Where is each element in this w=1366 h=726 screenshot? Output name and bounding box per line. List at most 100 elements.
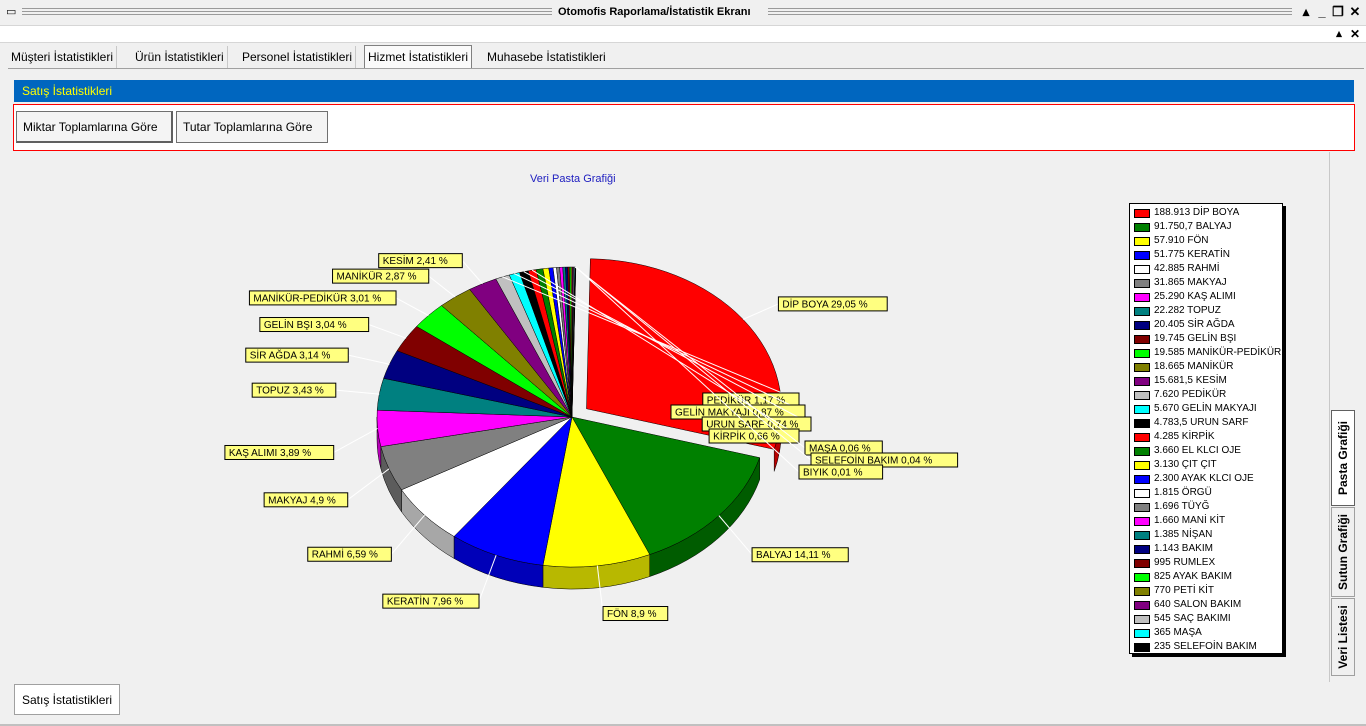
legend-item: 1.660 MANİ KİT — [1130, 514, 1282, 528]
legend-label: 22.282 TOPUZ — [1154, 305, 1221, 316]
legend-item: 19.585 MANİKÜR-PEDİKÜR — [1130, 346, 1282, 360]
titlebar-grip — [22, 8, 552, 17]
legend-label: 1.660 MANİ KİT — [1154, 515, 1226, 526]
data-label: BIYIK 0,01 % — [803, 468, 863, 479]
bottom-tab-satis[interactable]: Satış İstatistikleri — [14, 684, 121, 715]
legend-swatch — [1134, 237, 1150, 246]
legend-swatch — [1134, 335, 1150, 344]
data-label: DİP BOYA 29,05 % — [782, 297, 867, 310]
legend-label: 4.783,5 URUN SARF — [1154, 417, 1249, 428]
legend-swatch — [1134, 489, 1150, 498]
legend-swatch — [1134, 615, 1150, 624]
legend-item: 4.783,5 URUN SARF — [1130, 416, 1282, 430]
data-label-leader — [335, 389, 380, 395]
tab-pasta-grafigi[interactable]: Pasta Grafiği — [1331, 410, 1355, 506]
legend-swatch — [1134, 209, 1150, 218]
quantity-totals-button[interactable]: Miktar Toplamlarına Göre — [16, 111, 173, 143]
data-label: RAHMİ 6,59 % — [312, 548, 378, 561]
data-label: FÖN 8,9 % — [607, 608, 657, 620]
legend-swatch — [1134, 377, 1150, 386]
legend-item: 3.660 EL KLCI OJE — [1130, 444, 1282, 458]
data-label: MANİKÜR-PEDİKÜR 3,01 % — [253, 291, 381, 304]
chart-view-tabs: Pasta Grafiği Sutun Grafiği Veri Listesi — [1329, 152, 1355, 682]
legend-label: 188.913 DİP BOYA — [1154, 207, 1240, 218]
data-label-leader — [333, 428, 378, 453]
collapse-icon[interactable]: ▴ — [1331, 26, 1347, 42]
legend-item: 770 PETİ KİT — [1130, 584, 1282, 598]
help-arrow-icon[interactable]: ▴ — [1298, 4, 1314, 20]
legend-label: 42.885 RAHMİ — [1154, 263, 1220, 274]
legend-swatch — [1134, 223, 1150, 232]
legend-label: 1.143 BAKIM — [1154, 543, 1213, 554]
legend-swatch — [1134, 517, 1150, 526]
tab-hizmet[interactable]: Hizmet İstatistikleri — [364, 45, 473, 68]
legend-swatch — [1134, 405, 1150, 414]
legend-swatch — [1134, 503, 1150, 512]
legend-swatch — [1134, 629, 1150, 638]
legend-item: 42.885 RAHMİ — [1130, 262, 1282, 276]
legend-label: 365 MAŞA — [1154, 627, 1202, 638]
legend-label: 18.665 MANİKÜR — [1154, 361, 1234, 372]
amount-totals-button[interactable]: Tutar Toplamlarına Göre — [176, 111, 328, 143]
legend-label: 3.660 EL KLCI OJE — [1154, 445, 1241, 456]
legend-item: 995 RUMLEX — [1130, 556, 1282, 570]
data-label: MANİKÜR 2,87 % — [337, 270, 417, 283]
legend-item: 1.385 NİŞAN — [1130, 528, 1282, 542]
data-label-leader — [348, 354, 390, 365]
data-label-leader — [395, 297, 429, 316]
legend-label: 20.405 SİR AĞDA — [1154, 319, 1235, 330]
tab-muhasebe[interactable]: Muhasebe İstatistikleri — [484, 46, 609, 68]
system-menu-icon[interactable]: ▭ — [6, 7, 16, 18]
legend-label: 7.620 PEDİKÜR — [1154, 389, 1227, 400]
tab-sutun-grafigi[interactable]: Sutun Grafiği — [1331, 507, 1355, 597]
legend-label: 2.300 AYAK KLCI OJE — [1154, 473, 1254, 484]
window-title: Otomofis Raporlama/İstatistik Ekranı — [556, 6, 753, 18]
legend-swatch — [1134, 475, 1150, 484]
data-label: KAŞ ALIMI 3,89 % — [229, 448, 311, 459]
legend-item: 640 SALON BAKIM — [1130, 598, 1282, 612]
chart-area: Veri Pasta Grafiği DİP BOYA 29,05 % BALYA… — [14, 152, 1328, 682]
legend-swatch — [1134, 391, 1150, 400]
data-label-leader — [347, 468, 390, 501]
legend-swatch — [1134, 447, 1150, 456]
legend-label: 19.585 MANİKÜR-PEDİKÜR — [1154, 347, 1282, 358]
minimize-icon[interactable]: _ — [1314, 4, 1330, 20]
tab-veri-listesi[interactable]: Veri Listesi — [1331, 598, 1355, 676]
legend-swatch — [1134, 419, 1150, 428]
tab-personel[interactable]: Personel İstatistikleri — [239, 46, 357, 68]
legend-swatch — [1134, 601, 1150, 610]
legend-label: 4.285 KİRPİK — [1154, 431, 1215, 442]
legend-item: 3.130 ÇIT ÇIT — [1130, 458, 1282, 472]
legend-item: 1.815 ÖRGÜ — [1130, 486, 1282, 500]
legend-item: 4.285 KİRPİK — [1130, 430, 1282, 444]
legend-label: 1.696 TÜYĞ — [1154, 501, 1210, 512]
legend-item: 15.681,5 KESİM — [1130, 374, 1282, 388]
tab-urun[interactable]: Ürün İstatistikleri — [132, 46, 228, 68]
child-close-icon[interactable]: ✕ — [1347, 26, 1363, 42]
restore-icon[interactable]: ❐ — [1330, 4, 1346, 20]
legend-label: 770 PETİ KİT — [1154, 585, 1215, 596]
data-label: MAKYAJ 4,9 % — [268, 495, 336, 506]
data-label: SİR AĞDA 3,14 % — [250, 349, 331, 362]
legend-label: 57.910 FÖN — [1154, 235, 1209, 246]
legend-swatch — [1134, 251, 1150, 260]
legend-item: 188.913 DİP BOYA — [1130, 206, 1282, 220]
pie-chart: DİP BOYA 29,05 % BALYAJ 14,11 % FÖN 8,9 % K… — [224, 253, 959, 622]
close-icon[interactable]: ✕ — [1347, 4, 1363, 20]
tab-musteri[interactable]: Müşteri İstatistikleri — [8, 46, 118, 68]
legend-item: 57.910 FÖN — [1130, 234, 1282, 248]
data-label: KİRPİK 0,66 % — [713, 430, 780, 443]
legend-item: 235 SELEFOİN BAKIM — [1130, 640, 1282, 653]
legend-swatch — [1134, 265, 1150, 274]
legend-label: 545 SAÇ BAKIMI — [1154, 613, 1231, 624]
legend-item: 22.282 TOPUZ — [1130, 304, 1282, 318]
window-titlebar: ▭ Otomofis Raporlama/İstatistik Ekranı ▴… — [0, 0, 1366, 26]
legend-item: 7.620 PEDİKÜR — [1130, 388, 1282, 402]
legend-swatch — [1134, 573, 1150, 582]
legend-swatch — [1134, 293, 1150, 302]
legend-swatch — [1134, 433, 1150, 442]
titlebar-grip-right — [768, 8, 1292, 17]
legend-swatch — [1134, 321, 1150, 330]
legend-item: 19.745 GELİN BŞI — [1130, 332, 1282, 346]
legend-item: 365 MAŞA — [1130, 626, 1282, 640]
